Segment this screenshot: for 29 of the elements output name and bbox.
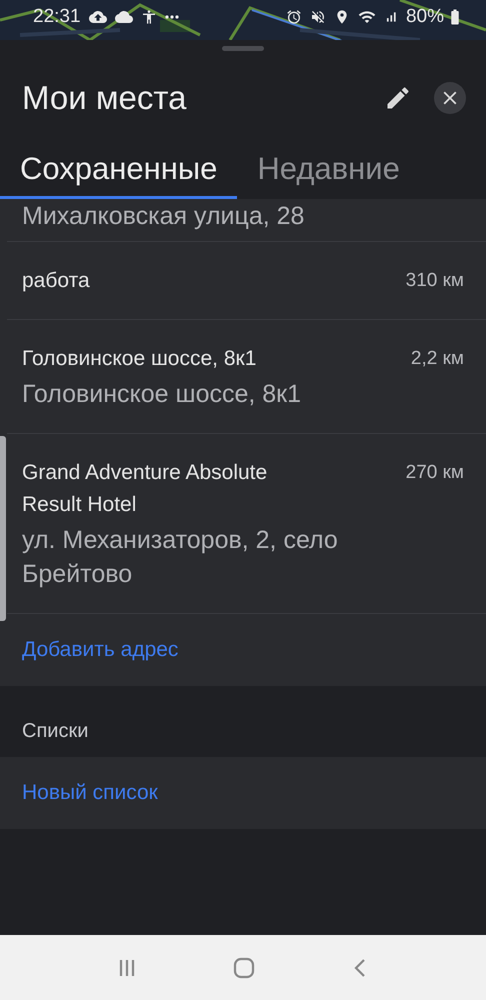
add-address-link[interactable]: Добавить адрес (7, 614, 486, 686)
mute-icon (310, 8, 326, 24)
close-button[interactable] (434, 82, 466, 114)
recent-apps-icon[interactable] (119, 958, 135, 978)
new-list-link[interactable]: Новый список (0, 757, 486, 829)
place-name: Grand Adventure Absolute Result Hotel (22, 460, 268, 518)
status-time: 22:31 (33, 6, 81, 28)
place-item[interactable]: Grand Adventure Absolute Result Hotel 270 км ул. Механизаторов, 2, село Брейтово (7, 434, 486, 614)
sheet-title: Мои места (22, 79, 188, 117)
place-name: работа (22, 268, 90, 294)
more-icon (164, 14, 179, 18)
back-icon[interactable] (353, 956, 367, 978)
place-item[interactable]: работа 310 км (7, 242, 486, 320)
place-name: Головинское шоссе, 8к1 (22, 346, 256, 372)
battery-percent: 80% (406, 6, 444, 28)
home-icon[interactable] (233, 956, 255, 978)
drag-handle[interactable] (222, 46, 264, 51)
place-distance: 2,2 км (410, 347, 464, 371)
lists-heading: Списки (22, 720, 88, 742)
place-distance: 270 км (406, 461, 464, 485)
place-item[interactable]: Головинское шоссе, 8к1 2,2 км Головинское шоссе, 8к1 (7, 320, 486, 434)
alarm-icon (286, 8, 302, 24)
place-address: Михалковская улица, 28 (22, 201, 306, 232)
place-item[interactable]: Михалковская улица, 28 (7, 199, 486, 242)
place-distance: 310 км (406, 269, 464, 293)
tab[interactable]: Недавние (237, 141, 420, 199)
place-address: ул. Механизаторов, 2, село Брейтово (22, 525, 339, 590)
person-icon (140, 8, 157, 24)
place-address: Головинское шоссе, 8к1 (22, 379, 302, 410)
